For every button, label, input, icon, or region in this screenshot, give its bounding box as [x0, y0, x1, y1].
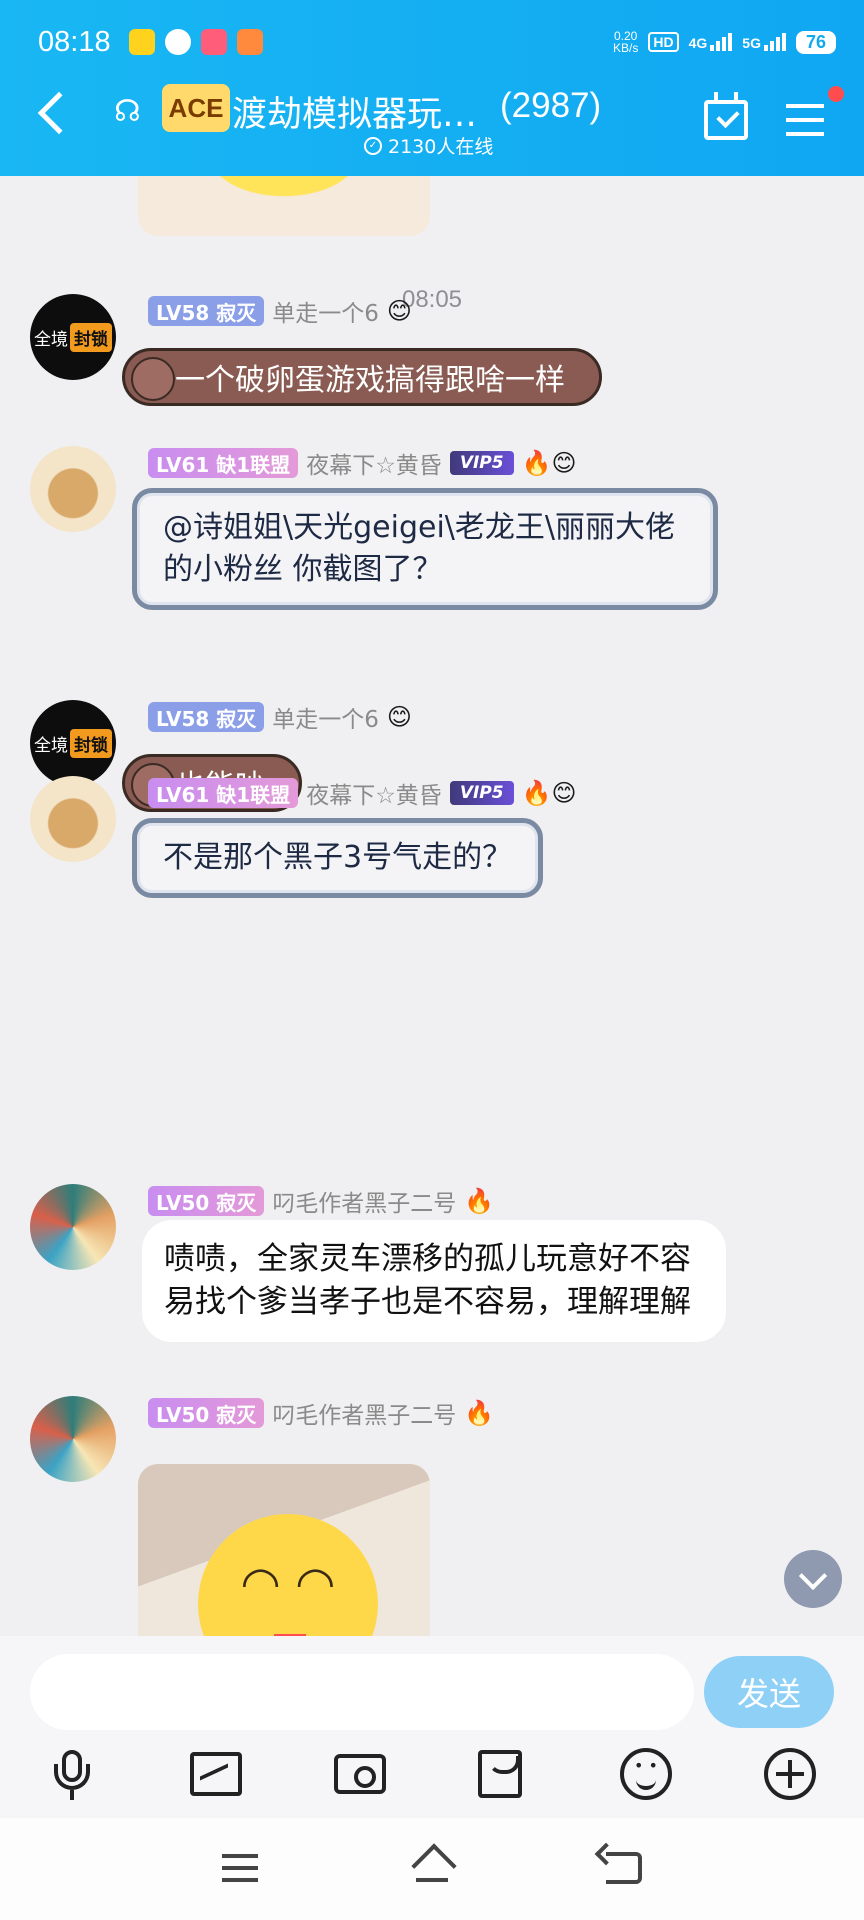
- avatar[interactable]: [30, 446, 116, 532]
- level-badge: LV50 寂灭: [148, 1186, 265, 1216]
- image-icon[interactable]: [190, 1752, 242, 1796]
- top-bar: 08:18 0.20 KB/s HD 4G 5G 76 ☊ ACE 渡劫模拟器玩…: [0, 0, 864, 176]
- game-icon: [236, 29, 263, 55]
- net-speed: 0.20 KB/s: [613, 29, 639, 55]
- status-time: 08:18: [38, 25, 111, 58]
- compass-icon: [164, 29, 191, 55]
- sticker-image-partial[interactable]: [138, 176, 430, 236]
- emoji-icon[interactable]: [620, 1748, 672, 1800]
- sender-nickname[interactable]: 夜幕下☆黄昏: [306, 446, 442, 480]
- ear-icon[interactable]: ☊: [114, 94, 141, 129]
- battery-indicator: 76: [795, 30, 836, 54]
- sender-nickname[interactable]: 夜幕下☆黄昏: [306, 776, 442, 810]
- status-bar: 08:18 0.20 KB/s HD 4G 5G 76: [38, 18, 836, 66]
- sender-meta: LV50 寂灭 叼毛作者黑子二号 🔥: [148, 1184, 494, 1218]
- chat-message: LV50 寂灭 叼毛作者黑子二号 🔥 啧啧，全家灵车漂移的孤儿玩意好不容易找个爹…: [30, 1184, 850, 1384]
- scroll-down-button[interactable]: [784, 1550, 842, 1608]
- home-icon[interactable]: [410, 1848, 454, 1888]
- group-name[interactable]: 渡劫模拟器玩…: [232, 86, 477, 137]
- camera-icon[interactable]: [334, 1754, 386, 1794]
- sender-meta: LV50 寂灭 叼毛作者黑子二号 🔥: [148, 1396, 494, 1430]
- online-check-icon: ✓: [364, 136, 382, 155]
- vip-badge: VIP5: [449, 451, 514, 475]
- sender-meta: LV61 缺1联盟 夜幕下☆黄昏 VIP5 🔥😊: [148, 776, 577, 810]
- sender-meta: LV61 缺1联盟 夜幕下☆黄昏 VIP5 🔥😊: [148, 446, 577, 480]
- fire-badge-icon: 🔥: [464, 1187, 495, 1215]
- smile-badge-icon: 😊: [386, 297, 412, 325]
- level-badge: LV58 寂灭: [148, 702, 265, 732]
- fire-badge-icon: 🔥😊: [521, 779, 577, 807]
- menu-icon[interactable]: [222, 1854, 258, 1882]
- send-button[interactable]: 发送: [704, 1656, 834, 1728]
- chat-message: LV61 缺1联盟 夜幕下☆黄昏 VIP5 🔥😊 @诗姐姐\天光geigei\老…: [30, 446, 850, 610]
- message-bubble[interactable]: 啧啧，全家灵车漂移的孤儿玩意好不容易找个爹当孝子也是不容易，理解理解: [142, 1220, 726, 1342]
- level-badge: LV61 缺1联盟: [148, 448, 299, 478]
- avatar[interactable]: 全境 封锁: [30, 294, 116, 380]
- notification-icons: [128, 29, 263, 55]
- level-badge: LV58 寂灭: [148, 296, 265, 326]
- hd-icon: HD: [648, 32, 679, 52]
- online-status: ✓ 2130人在线: [364, 132, 493, 159]
- back-icon[interactable]: [606, 1852, 642, 1884]
- system-indicators: 0.20 KB/s HD 4G 5G 76: [613, 30, 836, 54]
- meituan-icon: [128, 29, 155, 55]
- composer: 发送: [0, 1636, 864, 1818]
- sender-nickname[interactable]: 叼毛作者黑子二号: [272, 1184, 456, 1218]
- avatar[interactable]: [30, 776, 116, 862]
- notification-dot: [828, 86, 844, 102]
- vip-badge: VIP5: [449, 781, 514, 805]
- avatar[interactable]: 全境 封锁: [30, 700, 116, 786]
- sender-meta: LV58 寂灭 单走一个6 😊: [148, 294, 412, 328]
- message-bubble[interactable]: 不是那个黑子3号气走的？: [132, 818, 544, 898]
- chat-message: LV61 缺1联盟 夜幕下☆黄昏 VIP5 🔥😊 不是那个黑子3号气走的？: [30, 776, 850, 906]
- fire-badge-icon: 🔥😊: [521, 449, 577, 477]
- chat-message: 全境 封锁 LV58 寂灭 单走一个6 😊 一个破卵蛋游戏搞得跟啥一样: [30, 294, 850, 414]
- microphone-icon[interactable]: [46, 1748, 98, 1800]
- group-logo[interactable]: ACE: [162, 84, 230, 132]
- app-icon: [200, 29, 227, 55]
- sticker-image[interactable]: [138, 1464, 430, 1636]
- sender-nickname[interactable]: 单走一个6: [272, 700, 379, 734]
- avatar[interactable]: [30, 1396, 116, 1482]
- chat-area[interactable]: 08:05 全境 封锁 LV58 寂灭 单走一个6 😊 一个破卵蛋游戏搞得跟啥一…: [0, 176, 864, 1636]
- calendar-checkin-icon[interactable]: [704, 92, 748, 140]
- group-menu-icon[interactable]: [786, 104, 824, 136]
- smiley-face-image: [198, 1514, 378, 1636]
- sender-meta: LV58 寂灭 单走一个6 😊: [148, 700, 412, 734]
- message-bubble[interactable]: @诗姐姐\天光geigei\老龙王\丽丽大佬的小粉丝 你截图了？: [132, 488, 718, 610]
- signal-4g-icon: 4G: [689, 33, 733, 51]
- red-packet-icon[interactable]: [478, 1750, 522, 1798]
- smile-badge-icon: 😊: [386, 703, 412, 731]
- sender-nickname[interactable]: 叼毛作者黑子二号: [272, 1396, 456, 1430]
- composer-toolbar: [0, 1748, 864, 1810]
- level-badge: LV61 缺1联盟: [148, 778, 299, 808]
- message-bubble[interactable]: 一个破卵蛋游戏搞得跟啥一样: [122, 348, 602, 406]
- level-badge: LV50 寂灭: [148, 1398, 265, 1428]
- member-count[interactable]: (2987): [500, 86, 601, 126]
- system-nav-bar: [0, 1818, 864, 1920]
- chat-message: LV50 寂灭 叼毛作者黑子二号 🔥: [30, 1396, 850, 1636]
- message-input[interactable]: [30, 1654, 694, 1730]
- back-arrow-icon[interactable]: [37, 91, 81, 135]
- avatar[interactable]: [30, 1184, 116, 1270]
- fire-badge-icon: 🔥: [464, 1399, 495, 1427]
- signal-5g-icon: 5G: [742, 33, 786, 51]
- sender-nickname[interactable]: 单走一个6: [272, 294, 379, 328]
- plus-icon[interactable]: [764, 1748, 816, 1800]
